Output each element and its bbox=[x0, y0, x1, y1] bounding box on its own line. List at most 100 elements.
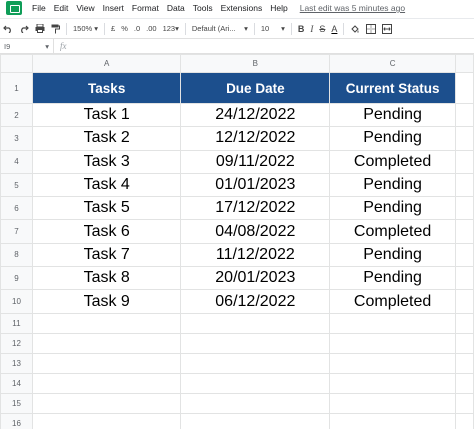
cell[interactable]: Completed bbox=[329, 219, 457, 244]
menu-insert[interactable]: Insert bbox=[103, 3, 124, 13]
cell[interactable] bbox=[455, 332, 474, 354]
cell[interactable]: Task 5 bbox=[31, 196, 182, 221]
cell[interactable] bbox=[455, 196, 474, 221]
row-header[interactable]: 6 bbox=[0, 196, 33, 221]
cell[interactable] bbox=[329, 372, 457, 394]
paint-format-icon[interactable] bbox=[48, 21, 63, 37]
cell[interactable]: Task 8 bbox=[31, 266, 182, 291]
redo-icon[interactable] bbox=[16, 21, 32, 37]
cell[interactable] bbox=[455, 102, 474, 128]
row-header[interactable]: 1 bbox=[0, 72, 33, 104]
cell[interactable] bbox=[455, 372, 474, 394]
header-cell-current-status[interactable]: Current Status bbox=[329, 72, 457, 104]
cell[interactable] bbox=[329, 352, 457, 374]
row-header[interactable]: 8 bbox=[0, 242, 33, 268]
cell[interactable] bbox=[180, 392, 331, 414]
strikethrough-button[interactable]: S bbox=[316, 21, 328, 37]
cell[interactable] bbox=[31, 332, 182, 354]
cell[interactable] bbox=[31, 372, 182, 394]
column-header-a[interactable]: A bbox=[31, 54, 182, 73]
cell[interactable]: 06/12/2022 bbox=[180, 289, 331, 314]
formula-input[interactable] bbox=[67, 39, 474, 53]
cell[interactable] bbox=[455, 149, 474, 174]
row-header[interactable]: 16 bbox=[0, 412, 33, 429]
cell[interactable] bbox=[180, 312, 331, 334]
name-box[interactable]: I9 ▾ bbox=[0, 39, 54, 53]
cell[interactable] bbox=[455, 312, 474, 334]
cell[interactable] bbox=[31, 412, 182, 429]
row-header[interactable]: 4 bbox=[0, 149, 33, 174]
menu-help[interactable]: Help bbox=[270, 3, 287, 13]
cell[interactable] bbox=[31, 352, 182, 374]
cell[interactable]: 17/12/2022 bbox=[180, 196, 331, 221]
column-header-b[interactable]: B bbox=[180, 54, 331, 73]
zoom-select[interactable]: 150% ▾ bbox=[70, 21, 101, 37]
cell[interactable]: Task 1 bbox=[31, 102, 182, 128]
last-edit-link[interactable]: Last edit was 5 minutes ago bbox=[300, 3, 405, 13]
row-header[interactable]: 5 bbox=[0, 172, 33, 198]
menu-file[interactable]: File bbox=[32, 3, 46, 13]
row-header[interactable]: 7 bbox=[0, 219, 33, 244]
cell[interactable] bbox=[455, 126, 474, 151]
cell[interactable] bbox=[455, 392, 474, 414]
cell[interactable] bbox=[455, 72, 474, 104]
cell[interactable] bbox=[31, 392, 182, 414]
cell[interactable] bbox=[455, 412, 474, 429]
cell[interactable]: Pending bbox=[329, 172, 457, 198]
merge-cells-icon[interactable] bbox=[379, 21, 395, 37]
bold-button[interactable]: B bbox=[295, 21, 308, 37]
font-size-select[interactable]: 10 ▾ bbox=[258, 21, 288, 37]
text-color-button[interactable]: A bbox=[328, 21, 340, 37]
number-format-select[interactable]: 123 ▾ bbox=[160, 21, 182, 37]
row-header[interactable]: 15 bbox=[0, 392, 33, 414]
cell[interactable]: Task 2 bbox=[31, 126, 182, 151]
cell[interactable] bbox=[180, 372, 331, 394]
header-cell-due-date[interactable]: Due Date bbox=[180, 72, 331, 104]
cell[interactable]: Pending bbox=[329, 196, 457, 221]
cell[interactable]: Pending bbox=[329, 102, 457, 128]
row-header[interactable]: 13 bbox=[0, 352, 33, 374]
select-all-corner[interactable] bbox=[0, 54, 33, 73]
cell[interactable]: 24/12/2022 bbox=[180, 102, 331, 128]
cell[interactable]: 11/12/2022 bbox=[180, 242, 331, 268]
fill-color-icon[interactable] bbox=[347, 21, 363, 37]
menu-data[interactable]: Data bbox=[167, 3, 185, 13]
print-icon[interactable] bbox=[32, 21, 48, 37]
cell[interactable] bbox=[329, 332, 457, 354]
cell[interactable]: Task 9 bbox=[31, 289, 182, 314]
cell[interactable]: 09/11/2022 bbox=[180, 149, 331, 174]
header-cell-tasks[interactable]: Tasks bbox=[31, 72, 182, 104]
cell[interactable] bbox=[180, 352, 331, 374]
menu-tools[interactable]: Tools bbox=[193, 3, 213, 13]
cell[interactable] bbox=[180, 332, 331, 354]
cell[interactable] bbox=[329, 392, 457, 414]
cell[interactable]: Completed bbox=[329, 149, 457, 174]
row-header[interactable]: 9 bbox=[0, 266, 33, 291]
cell[interactable]: Pending bbox=[329, 242, 457, 268]
row-header[interactable]: 3 bbox=[0, 126, 33, 151]
menu-edit[interactable]: Edit bbox=[54, 3, 69, 13]
cell[interactable] bbox=[329, 312, 457, 334]
menu-format[interactable]: Format bbox=[132, 3, 159, 13]
cell[interactable] bbox=[180, 412, 331, 429]
cell[interactable]: 01/01/2023 bbox=[180, 172, 331, 198]
cell[interactable]: 12/12/2022 bbox=[180, 126, 331, 151]
cell[interactable]: Pending bbox=[329, 266, 457, 291]
cell[interactable] bbox=[455, 242, 474, 268]
cell[interactable]: Completed bbox=[329, 289, 457, 314]
row-header[interactable]: 2 bbox=[0, 102, 33, 128]
cell[interactable] bbox=[455, 289, 474, 314]
row-header[interactable]: 11 bbox=[0, 312, 33, 334]
cell[interactable] bbox=[455, 266, 474, 291]
menu-view[interactable]: View bbox=[76, 3, 94, 13]
borders-icon[interactable] bbox=[363, 21, 379, 37]
increase-decimal-button[interactable]: .00 bbox=[143, 21, 159, 37]
row-header[interactable]: 10 bbox=[0, 289, 33, 314]
cell[interactable] bbox=[455, 352, 474, 374]
percent-button[interactable]: % bbox=[118, 21, 131, 37]
menu-extensions[interactable]: Extensions bbox=[221, 3, 263, 13]
cell[interactable] bbox=[329, 412, 457, 429]
sheets-logo-icon[interactable] bbox=[6, 1, 22, 15]
cell[interactable]: Task 6 bbox=[31, 219, 182, 244]
cell[interactable] bbox=[455, 172, 474, 198]
